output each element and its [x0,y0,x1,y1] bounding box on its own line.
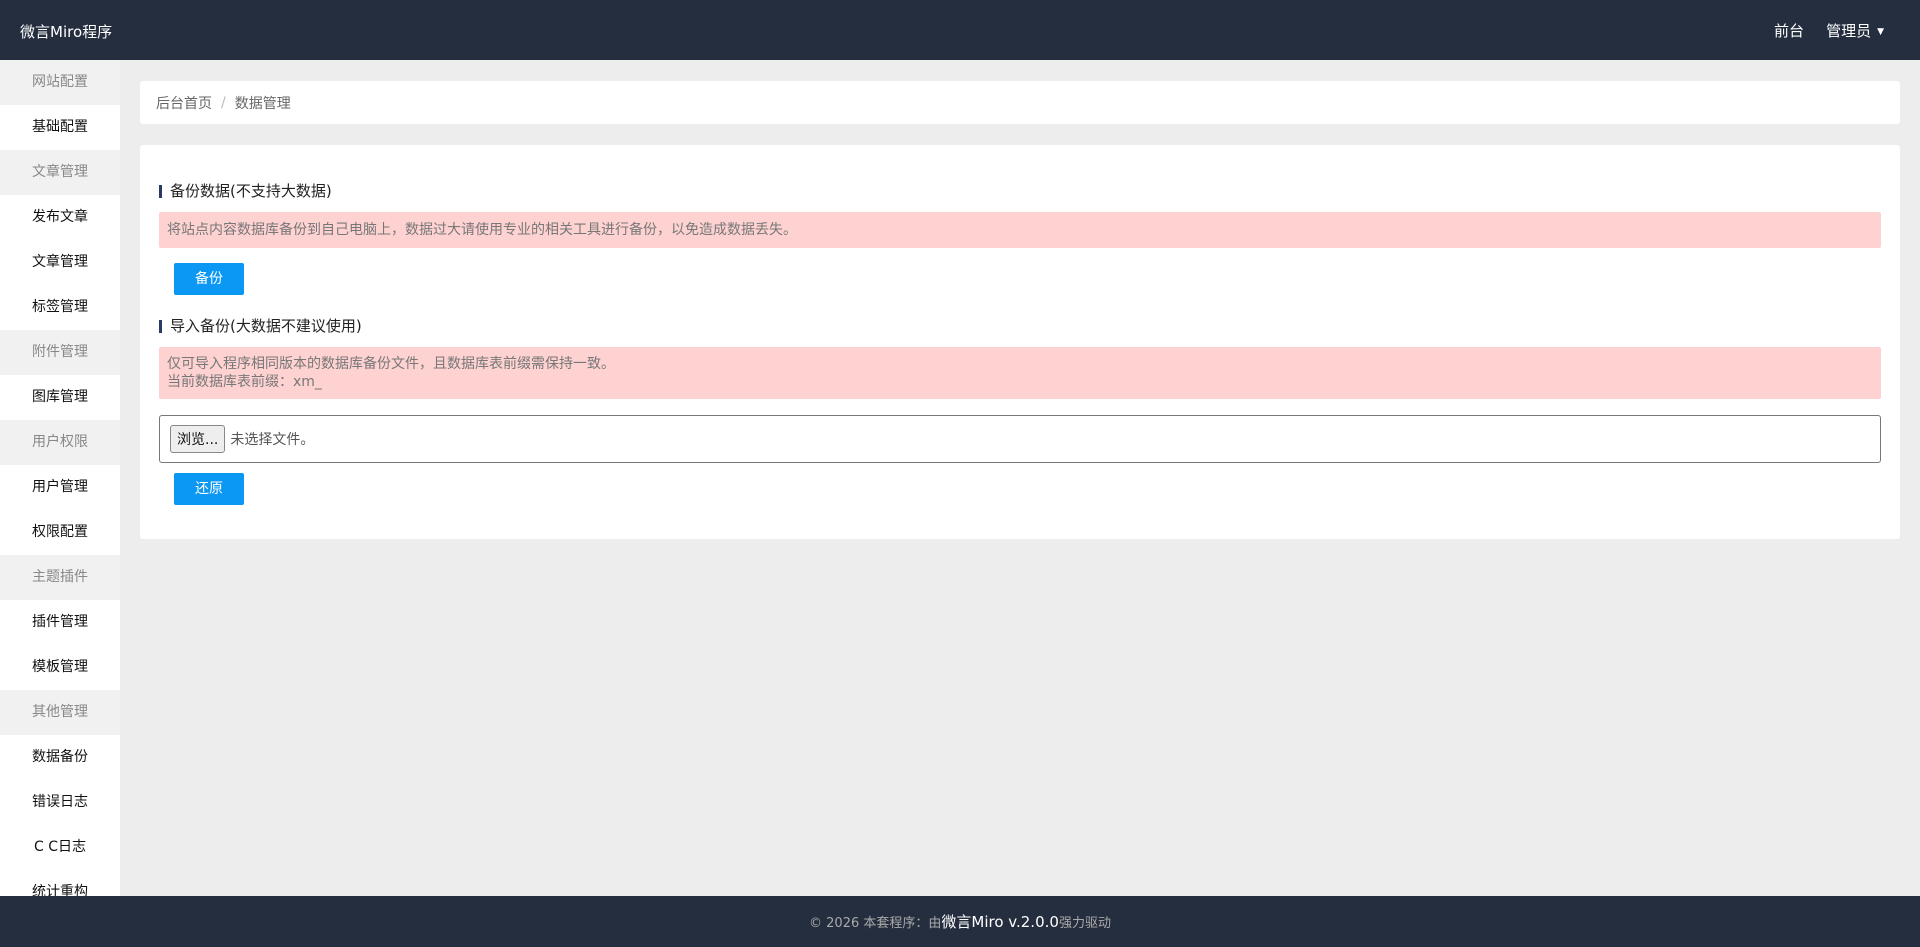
admin-menu[interactable]: 管理员 ▼ [1826,20,1884,41]
footer-prefix: © 2026 本套程序：由 [809,916,942,931]
sidebar-group-header: 用户权限 [0,420,120,465]
data-management-panel: 备份数据(不支持大数据) 将站点内容数据库备份到自己电脑上，数据过大请使用专业的… [140,145,1900,539]
brand-logo[interactable]: 微言Miro程序 [20,21,112,42]
breadcrumb-separator: / [221,94,226,111]
footer-product[interactable]: 微言Miro v.2.0.0 [941,911,1059,932]
browse-button[interactable]: 浏览... [170,425,226,453]
sidebar-group-header: 其他管理 [0,690,120,735]
footer-suffix: 强力驱动 [1058,916,1111,931]
top-navbar: 微言Miro程序 前台 管理员 ▼ [0,0,1920,60]
footer: © 2026 本套程序：由 微言Miro v.2.0.0 强力驱动 [0,896,1920,947]
breadcrumb: 后台首页 / 数据管理 [140,81,1900,124]
sidebar-item[interactable]: C C日志 [0,825,120,870]
backup-button[interactable]: 备份 [174,263,244,295]
backup-section-title: 备份数据(不支持大数据) [159,184,1881,199]
sidebar-item[interactable]: 模板管理 [0,645,120,690]
sidebar-item[interactable]: 基础配置 [0,105,120,150]
sidebar-item[interactable]: 权限配置 [0,510,120,555]
sidebar-item[interactable]: 图库管理 [0,375,120,420]
sidebar-item[interactable]: 标签管理 [0,285,120,330]
admin-menu-label: 管理员 [1826,22,1872,40]
restore-section-title: 导入备份(大数据不建议使用) [159,319,1881,334]
restore-button[interactable]: 还原 [174,473,244,505]
breadcrumb-current: 数据管理 [234,95,291,112]
sidebar-item[interactable]: 错误日志 [0,780,120,825]
main-content: 后台首页 / 数据管理 备份数据(不支持大数据) 将站点内容数据库备份到自己电脑… [140,81,1900,539]
file-status: 未选择文件。 [230,432,315,448]
top-nav: 前台 管理员 ▼ [1774,20,1884,41]
sidebar-item[interactable]: 文章管理 [0,240,120,285]
sidebar-item[interactable]: 发布文章 [0,195,120,240]
sidebar-group-header: 主题插件 [0,555,120,600]
sidebar-item[interactable]: 统计重构 [0,870,120,896]
sidebar-group-header: 网站配置 [0,60,120,105]
sidebar-item[interactable]: 数据备份 [0,735,120,780]
caret-down-icon: ▼ [1877,27,1884,37]
restore-notice-line2: 当前数据库表前缀：xm_ [167,374,322,390]
sidebar-item[interactable]: 用户管理 [0,465,120,510]
sidebar: 网站配置 基础配置 文章管理 发布文章 文章管理 标签管理 附件管理 图库管理 用户权限 用户管理… [0,60,120,896]
restore-notice-line1: 仅可导入程序相同版本的数据库备份文件，且数据库表前缀需保持一致。 [167,356,615,372]
front-link[interactable]: 前台 [1774,20,1804,41]
restore-notice: 仅可导入程序相同版本的数据库备份文件，且数据库表前缀需保持一致。 当前数据库表前… [159,347,1881,399]
sidebar-item[interactable]: 插件管理 [0,600,120,645]
backup-notice: 将站点内容数据库备份到自己电脑上，数据过大请使用专业的相关工具进行备份，以免造成… [159,212,1881,248]
sidebar-group-header: 附件管理 [0,330,120,375]
sidebar-group-header: 文章管理 [0,150,120,195]
breadcrumb-home[interactable]: 后台首页 [156,93,212,113]
file-input[interactable]: 浏览... 未选择文件。 [159,415,1881,463]
